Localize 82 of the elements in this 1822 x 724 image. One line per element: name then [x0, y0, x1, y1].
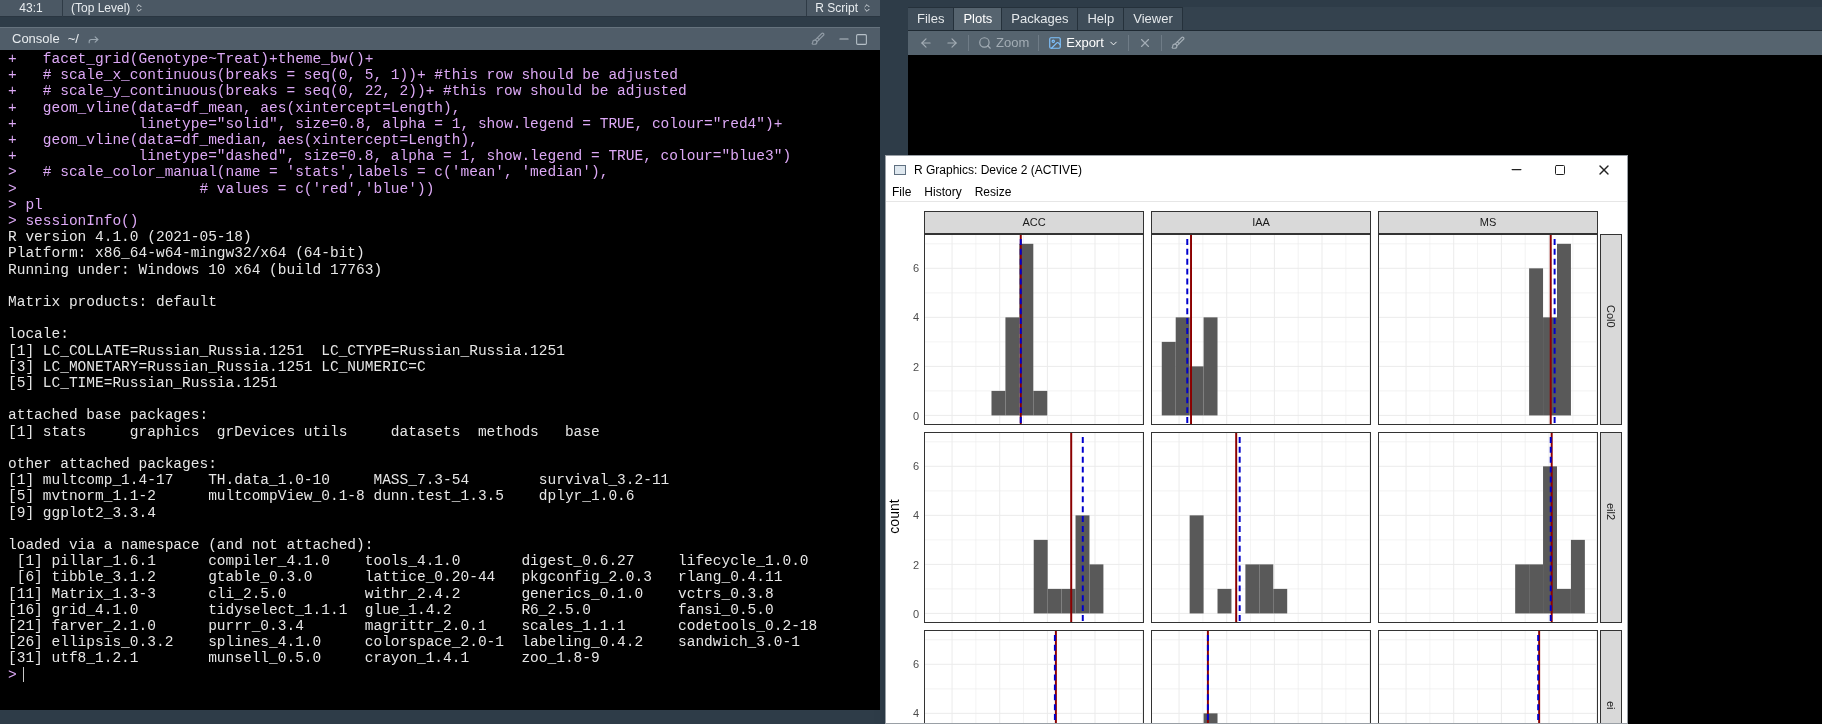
tab[interactable]: Help	[1078, 7, 1125, 30]
console-output-line: [21] farver_2.1.0 purrr_0.3.4 magrittr_2.0.1 scales_1.1.1 codetools_0.2-18	[8, 618, 818, 635]
console-output-line: loaded via a namespace (and not attached):	[8, 537, 374, 554]
console-command-line: + # scale_x_continuous(breaks = seq(0, 5, 1))+ #this row should be adjusted	[8, 67, 678, 84]
console-output-line: [1] multcomp_1.4-17 TH.data_1.0-10 MASS_7.3-54 survival_3.2-11	[8, 472, 670, 489]
updown-icon	[862, 3, 872, 13]
y-tick-label: 0	[912, 608, 919, 621]
console-output-line: [5] mvtnorm_1.1-2 multcompView_0.1-8 dunn.test_1.3.5 dplyr_1.0.6	[8, 488, 635, 505]
search-icon	[978, 36, 992, 50]
brush-icon[interactable]	[811, 32, 825, 46]
console-prompt: >	[8, 666, 17, 683]
y-tick-label: 4	[912, 509, 919, 522]
console-command-line: + linetype="dashed", size=0.8, alpha = 1, show.legend = TRUE, colour="blue3")	[8, 148, 792, 165]
console-output-line: [16] grid_4.1.0 tidyselect_1.1.1 glue_1.4.2 R6_2.5.0 fansi_0.5.0	[8, 601, 774, 619]
y-axis-label: count	[886, 498, 903, 534]
console-output-line: [1] pillar_1.6.1 compiler_4.1.0 tools_4.1.0 digest_0.6.27 lifecycle_1.0.0	[15, 553, 809, 570]
y-tick-label: 6	[912, 657, 919, 670]
arrow-right-icon	[945, 36, 959, 50]
y-tick-label: 6	[912, 459, 919, 472]
y-tick-label: 0	[912, 410, 919, 423]
tab[interactable]: Plots	[954, 7, 1003, 30]
console-output-line: [3] LC_MONETARY=Russian_Russia.1251 LC_NUMERIC=C	[8, 358, 426, 376]
y-tick-label: 6	[912, 261, 919, 274]
histogram-bar	[1515, 564, 1530, 614]
console-output-line: locale:	[8, 326, 69, 343]
export-button[interactable]: Export	[1045, 33, 1122, 53]
working-directory: ~/	[67, 30, 79, 49]
text-cursor	[22, 667, 24, 683]
histogram-bar	[1245, 564, 1260, 614]
y-tick-label: 4	[912, 707, 919, 720]
histogram-bar	[1217, 588, 1232, 614]
console-output-line: [11] Matrix_1.3-3 cli_2.5.0 withr_2.4.2 generics_0.1.0 vctrs_0.3.8	[8, 585, 774, 602]
console-output-line: [9] ggplot2_3.3.4	[8, 504, 156, 521]
console-command-line: > sessionInfo()	[8, 213, 139, 230]
facet-strip-label: eil2	[1604, 503, 1619, 521]
arrow-left-icon	[919, 36, 933, 50]
histogram-bar	[1203, 713, 1218, 723]
scope-selector[interactable]: (Top Level)	[63, 0, 153, 17]
console-command-line: + geom_vline(data=df_median, aes(xintercept=Length),	[8, 132, 478, 149]
console-output-line: Platform: x86_64-w64-mingw32/x64 (64-bit)	[8, 245, 365, 262]
tab[interactable]: Files	[908, 7, 955, 30]
console-command-line: > # scale_color_manual(name = 'stats',labels = c('mean', 'median'),	[8, 164, 609, 181]
console-output-line: [26] ellipsis_0.3.2 splines_4.1.0 colorspace_2.0-1 labeling_0.4.2 sandwich_3.0-1	[8, 634, 800, 651]
picture-icon	[1048, 36, 1063, 50]
y-tick-label: 4	[912, 311, 919, 324]
menu-item[interactable]: File	[892, 183, 912, 201]
y-tick-label: 2	[912, 558, 919, 571]
console-output-line: [1] LC_COLLATE=Russian_Russia.1251 LC_CTYPE=Russian_Russia.1251	[8, 342, 565, 359]
console-command-line: + linetype="solid", size=0.8, alpha = 1, show.legend = TRUE, colour="red4")+	[8, 115, 783, 132]
console-output-line: [1] stats graphics grDevices utils datasets methods base	[8, 423, 600, 440]
facet-strip: ACC	[924, 211, 1144, 234]
maximize-icon[interactable]	[1554, 163, 1566, 176]
console-output-line: attached base packages:	[8, 407, 209, 424]
console-output-line: [6] tibble_3.1.2 gtable_0.3.0 lattice_0.20-44 pkgconfig_2.0.3 rlang_0.4.11	[15, 569, 783, 586]
menu-item[interactable]: History	[924, 183, 962, 201]
console-output-line: [5] LC_TIME=Russian_Russia.1251	[8, 375, 278, 392]
console-output-line: Matrix products: default	[8, 294, 217, 311]
console-output-line: [31] utf8_1.2.1 munsell_0.5.0 crayon_1.4.1 zoo_1.8-9	[8, 650, 600, 667]
console-title: Console	[12, 30, 60, 49]
console-command-line: > # values = c('red','blue'))	[8, 180, 435, 197]
brush-icon	[1170, 36, 1185, 50]
facet-strip-label: Col0	[1604, 305, 1619, 328]
maximize-pane-icon[interactable]	[855, 32, 868, 46]
console-command-line: + # scale_y_continuous(breaks = seq(0, 22, 2))+ #this row should be adjusted	[8, 83, 687, 100]
facet-strip-label: ei	[1604, 701, 1619, 710]
console-command-line: + facet_grid(Genotype~Treat)+theme_bw()+	[8, 51, 374, 68]
console-output-line: other attached packages:	[8, 456, 217, 473]
tab[interactable]: Viewer	[1124, 7, 1183, 30]
console-command-line: + geom_vline(data=df_mean, aes(xintercept=Length),	[8, 99, 461, 116]
cursor-position: 43:1	[0, 0, 63, 17]
console-output-line: R version 4.1.0 (2021-05-18)	[8, 229, 252, 246]
menu-item[interactable]: Resize	[974, 183, 1012, 201]
console-command-line: > pl	[8, 196, 43, 214]
tab[interactable]: Packages	[1002, 7, 1079, 30]
console-output-line: Running under: Windows 10 x64 (build 17763)	[8, 261, 383, 278]
window-title: R Graphics: Device 2 (ACTIVE)	[914, 161, 1083, 179]
y-tick-label: 2	[912, 360, 919, 373]
updown-icon	[134, 3, 145, 13]
facet-strip: IAA	[1151, 211, 1371, 234]
file-type-selector[interactable]: R Script	[806, 0, 880, 16]
facet-strip: MS	[1378, 211, 1598, 234]
window-app-icon	[894, 164, 906, 175]
